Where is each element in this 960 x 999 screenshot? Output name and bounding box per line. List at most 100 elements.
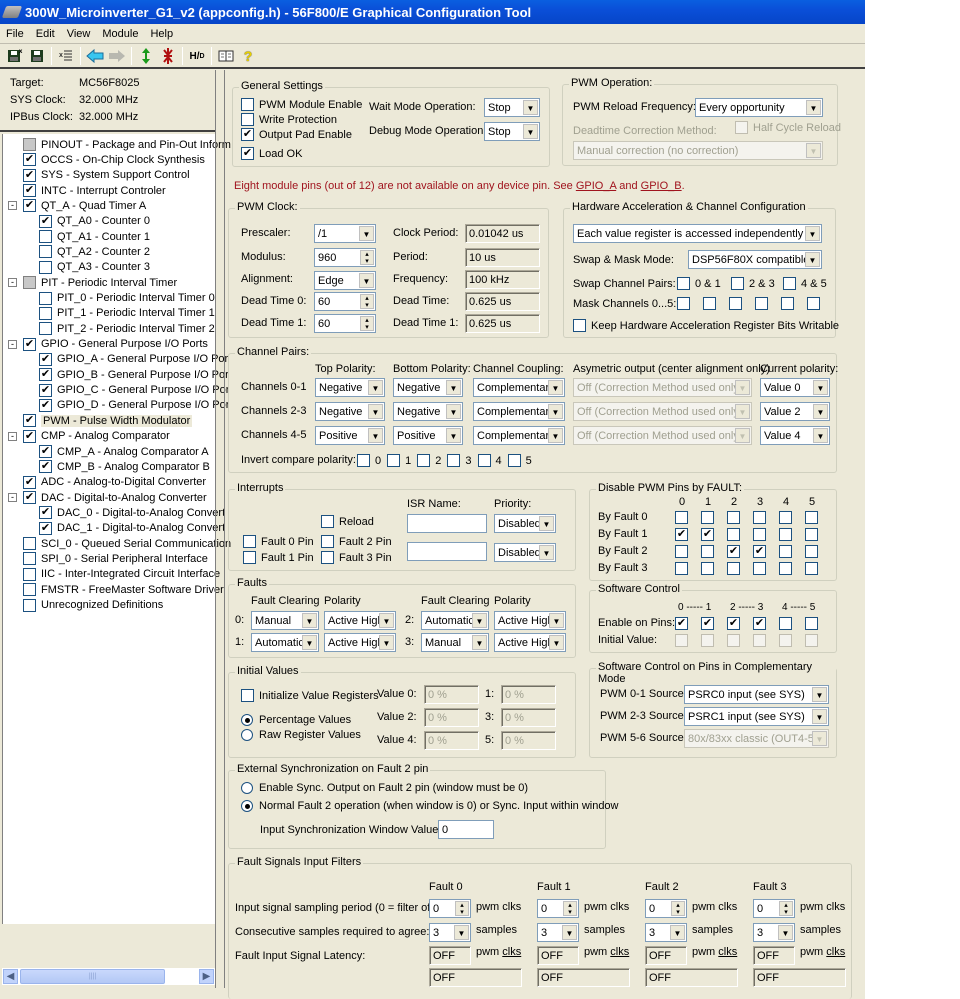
tree-checkbox[interactable]: ✔ (39, 506, 52, 520)
dead-time-1-spinner[interactable]: 60 ▴ ▾ (314, 314, 376, 333)
swap-pair-2-3-checkbox[interactable]: 2 & 3 (731, 277, 775, 290)
dead-time-0-spinner[interactable]: 60 ▴ ▾ (314, 292, 376, 311)
bottom-polarity-select[interactable]: Positive ▼ (393, 426, 463, 445)
initial-value-checkbox[interactable] (701, 634, 714, 647)
sampling-period-spinner[interactable]: 0 ▴ ▾ (645, 899, 687, 918)
register-access-select[interactable]: Each value register is accessed independ… (573, 224, 822, 243)
checkbox[interactable] (357, 454, 370, 467)
back-arrow-icon[interactable] (84, 46, 106, 66)
disable-pin-checkbox[interactable] (675, 562, 688, 575)
menu-view[interactable]: View (61, 28, 97, 40)
mask-channel-checkbox[interactable] (807, 297, 820, 310)
tree-node[interactable]: SCI_0 - Queued Serial Communication (23, 536, 231, 551)
disable-pin-checkbox[interactable] (753, 528, 766, 541)
menu-help[interactable]: Help (144, 28, 179, 40)
initial-value-checkbox[interactable] (753, 634, 766, 647)
scroll-right-button[interactable]: ▶ (199, 969, 214, 984)
enable-pin-checkbox[interactable]: ✔ (727, 617, 740, 630)
spinner-arrows-icon[interactable]: ▴ ▾ (360, 294, 374, 309)
tree-horizontal-scrollbar[interactable]: ◀ |||| ▶ (2, 968, 215, 985)
mask-channel-checkbox[interactable] (703, 297, 716, 310)
clks-link[interactable]: clks (502, 946, 521, 958)
disable-pin-checkbox[interactable] (701, 545, 714, 558)
disable-pin-checkbox[interactable]: ✔ (675, 528, 688, 541)
tree-checkbox[interactable] (23, 276, 36, 290)
tree-checkbox[interactable]: ✔ (39, 445, 52, 458)
initial-value-checkbox[interactable] (727, 634, 740, 647)
tree-checkbox[interactable]: ✔ (23, 475, 36, 489)
tree-node[interactable]: - PIT - Periodic Interval Timer (8, 275, 177, 290)
disable-pin-checkbox[interactable]: ✔ (727, 545, 740, 558)
sampling-period-spinner[interactable]: 0 ▴ ▾ (537, 899, 579, 918)
disable-pin-checkbox[interactable]: ✔ (701, 528, 714, 541)
spinner-arrows-icon[interactable]: ▴ ▾ (360, 316, 374, 331)
fault-clearing-select[interactable]: Automatic ▼ (251, 633, 319, 652)
isr-name-input-2[interactable] (407, 542, 487, 561)
initialize-value-registers-checkbox[interactable]: Initialize Value Registers (241, 689, 379, 702)
top-polarity-select[interactable]: Negative ▼ (315, 402, 385, 421)
invert-polarity-checkbox[interactable]: 2 (417, 454, 441, 467)
enable-pin-checkbox[interactable] (779, 617, 792, 630)
spinner-arrows-icon[interactable]: ▴ ▾ (671, 901, 685, 916)
raw-register-values-radio[interactable]: Raw Register Values (241, 729, 361, 741)
invert-polarity-checkbox[interactable]: 4 (477, 454, 502, 467)
tree-checkbox[interactable]: ✔ (23, 414, 36, 428)
disable-pin-checkbox[interactable] (779, 545, 792, 558)
tree-node[interactable]: ✔ PWM - Pulse Width Modulator (23, 413, 193, 428)
keep-hw-accel-writable-checkbox[interactable]: Keep Hardware Acceleration Register Bits… (573, 319, 839, 332)
alignment-select[interactable]: Edge ▼ (314, 271, 376, 290)
tree-checkbox[interactable]: ✔ (23, 153, 36, 167)
spinner-arrows-icon[interactable]: ▴ ▾ (455, 901, 469, 916)
tree-checkbox[interactable] (39, 306, 52, 320)
fault3-interrupt-checkbox[interactable]: Fault 3 Pin (321, 551, 392, 564)
disable-pin-checkbox[interactable] (727, 528, 740, 541)
bottom-polarity-select[interactable]: Negative ▼ (393, 378, 463, 397)
modulus-spinner[interactable]: 960 ▴ ▾ (314, 248, 376, 267)
tree-node[interactable]: ✔ GPIO_B - General Purpose I/O Por (39, 367, 229, 382)
sync-window-input[interactable]: 0 (438, 820, 494, 839)
disable-pin-checkbox[interactable] (753, 511, 766, 524)
tree-checkbox[interactable]: ✔ (39, 214, 52, 228)
checkbox[interactable] (387, 454, 401, 467)
tree-checkbox[interactable]: ✔ (23, 429, 36, 443)
mask-channel-checkbox[interactable] (729, 297, 742, 310)
tree-node[interactable]: QT_A3 - Counter 3 (39, 260, 150, 275)
disable-pin-checkbox[interactable] (779, 511, 792, 524)
disable-pin-checkbox[interactable] (701, 511, 714, 524)
spinner-arrows-icon[interactable]: ▴ ▾ (563, 901, 577, 916)
tree-node[interactable]: PIT_2 - Periodic Interval Timer 2 (39, 321, 215, 336)
disable-pin-checkbox[interactable] (805, 562, 818, 575)
wait-mode-select[interactable]: Stop ▼ (484, 98, 540, 117)
prescaler-select[interactable]: /1 ▼ (314, 224, 376, 243)
disable-pin-checkbox[interactable] (701, 562, 714, 575)
tree-checkbox[interactable] (23, 552, 36, 566)
disable-pin-checkbox[interactable] (675, 511, 688, 524)
tree-node[interactable]: QT_A2 - Counter 2 (39, 244, 150, 259)
forward-arrow-icon[interactable] (106, 46, 128, 66)
deadtime-correction-select[interactable]: Manual correction (no correction) ▼ (573, 141, 823, 160)
enable-pin-checkbox[interactable] (805, 617, 818, 630)
spinner-arrows-icon[interactable]: ▴ ▾ (360, 250, 374, 265)
tree-checkbox[interactable] (39, 260, 52, 274)
tree-checkbox[interactable] (39, 245, 52, 259)
fault0-interrupt-checkbox[interactable]: Fault 0 Pin (243, 535, 314, 548)
fault-polarity-select[interactable]: Active High ▼ (494, 611, 566, 630)
fault-clearing-select[interactable]: Automatic ▼ (421, 611, 489, 630)
enable-sync-output-radio[interactable]: Enable Sync. Output on Fault 2 pin (wind… (241, 782, 528, 794)
tree-checkbox[interactable] (39, 291, 52, 305)
tree-checkbox[interactable] (23, 598, 36, 612)
fault-polarity-select[interactable]: Active High ▼ (494, 633, 566, 652)
tree-checkbox[interactable]: ✔ (39, 398, 52, 412)
debug-mode-select[interactable]: Stop ▼ (484, 122, 540, 141)
consecutive-samples-select[interactable]: 3 ▼ (753, 923, 795, 942)
tree-node[interactable]: SPI_0 - Serial Peripheral Interface (23, 551, 208, 566)
save-icon[interactable] (26, 46, 48, 66)
disable-pin-checkbox[interactable] (805, 511, 818, 524)
tree-checkbox[interactable] (39, 230, 52, 244)
disable-pin-checkbox[interactable] (805, 528, 818, 541)
tree-checkbox[interactable]: ✔ (39, 521, 52, 535)
checkbox[interactable] (447, 454, 461, 467)
tree-checkbox[interactable]: ✔ (23, 168, 36, 182)
collapse-toggle-icon[interactable]: - (8, 339, 17, 349)
isr-name-input-1[interactable] (407, 514, 487, 533)
